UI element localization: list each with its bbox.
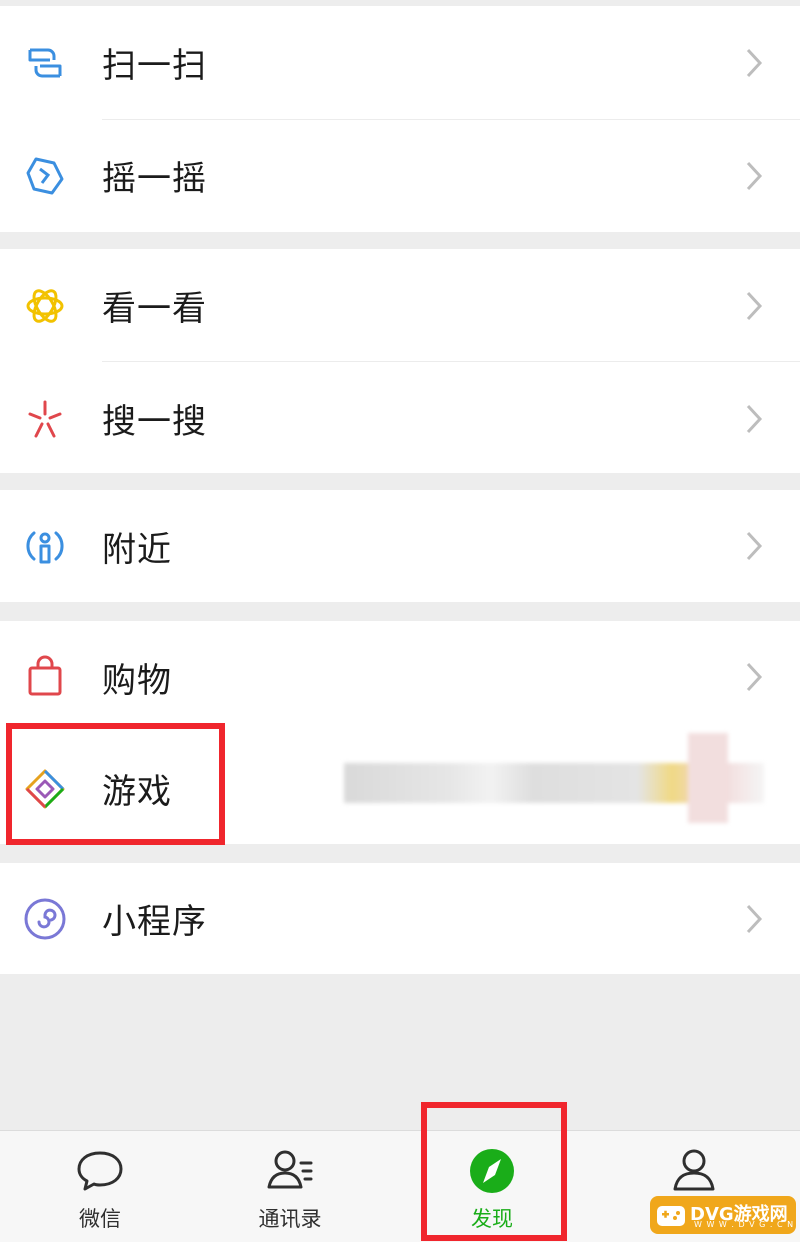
menu-item-shake[interactable]: 摇一摇 <box>0 119 800 232</box>
chevron-right-icon <box>746 662 763 692</box>
watermark-subtitle: W W W . D V G . C N <box>694 1220 795 1229</box>
watermark-logo: DVG游戏网 W W W . D V G . C N <box>650 1196 796 1234</box>
top-stories-icon <box>22 283 68 329</box>
mini-programs-icon <box>22 896 68 942</box>
menu-item-mini-programs[interactable]: 小程序 <box>0 863 800 974</box>
menu-label-nearby: 附近 <box>102 529 172 570</box>
menu-group-1: 扫一扫 摇一摇 <box>0 6 800 232</box>
chevron-right-icon <box>746 904 763 933</box>
chevron-right-icon <box>746 531 763 561</box>
blurred-promo-accent <box>688 733 728 823</box>
shake-icon <box>22 153 68 199</box>
menu-group-2: 看一看 搜一搜 <box>0 249 800 473</box>
chat-bubble-icon <box>77 1151 123 1191</box>
menu-item-top-stories[interactable]: 看一看 <box>0 249 800 362</box>
chevron-right-icon <box>746 291 763 320</box>
menu-label-shake: 摇一摇 <box>102 159 207 199</box>
tab-chats[interactable]: 微信 <box>0 1131 200 1242</box>
games-highlight-box <box>6 723 225 845</box>
tab-contacts[interactable]: 通讯录 <box>190 1131 390 1242</box>
scan-icon <box>22 40 68 86</box>
tab-label-chats: 微信 <box>79 1207 121 1231</box>
chevron-right-icon <box>746 48 763 77</box>
search-sparkle-icon <box>22 396 68 442</box>
tab-label-contacts: 通讯录 <box>258 1207 322 1231</box>
menu-group-5: 小程序 <box>0 863 800 974</box>
chevron-right-icon <box>746 404 763 433</box>
shopping-bag-icon <box>22 654 68 700</box>
contacts-icon <box>267 1150 313 1189</box>
menu-label-scan: 扫一扫 <box>102 46 207 86</box>
person-icon <box>673 1149 715 1191</box>
discover-highlight-box <box>421 1102 567 1241</box>
menu-label-search: 搜一搜 <box>102 402 207 442</box>
menu-label-top-stories: 看一看 <box>102 289 207 329</box>
chevron-right-icon <box>746 161 763 190</box>
gamepad-icon <box>657 1206 685 1226</box>
menu-label-shopping: 购物 <box>102 660 172 701</box>
menu-label-mini-programs: 小程序 <box>102 902 207 942</box>
menu-item-scan[interactable]: 扫一扫 <box>0 6 800 119</box>
menu-group-3: 附近 <box>0 490 800 602</box>
nearby-icon <box>22 523 68 569</box>
menu-item-nearby[interactable]: 附近 <box>0 490 800 602</box>
menu-item-shopping[interactable]: 购物 <box>0 621 800 733</box>
menu-item-search[interactable]: 搜一搜 <box>0 362 800 475</box>
